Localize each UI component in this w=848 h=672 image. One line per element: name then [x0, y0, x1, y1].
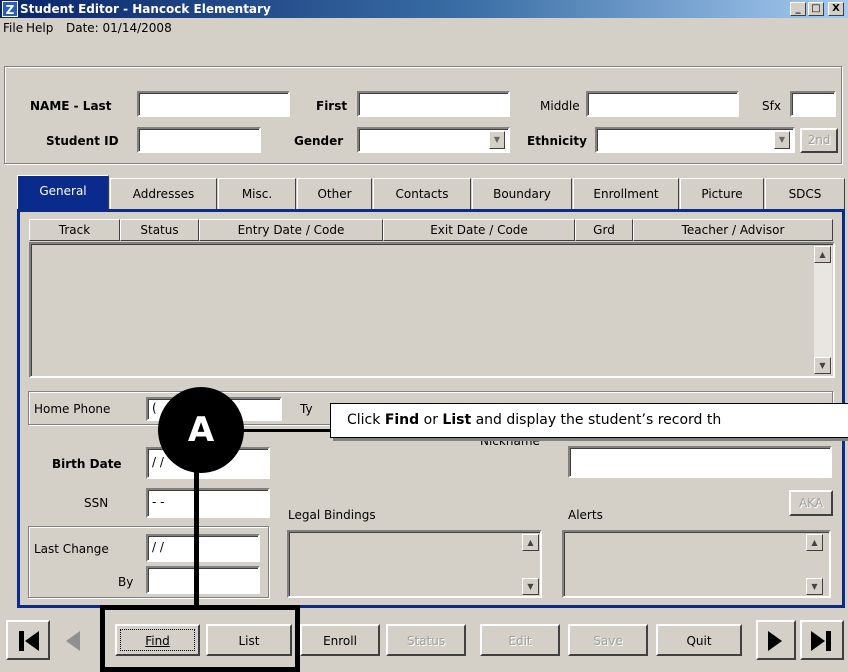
- sfx-label: Sfx: [762, 99, 781, 113]
- highlight-box: [100, 605, 300, 672]
- alerts-label: Alerts: [568, 508, 603, 522]
- last-record-button[interactable]: [800, 620, 844, 660]
- first-name-input[interactable]: [357, 91, 510, 117]
- scroll-down-icon[interactable]: ▼: [806, 578, 823, 595]
- previous-record-icon: [66, 631, 80, 651]
- scroll-up-icon[interactable]: ▲: [522, 534, 539, 551]
- scroll-up-icon[interactable]: ▲: [814, 246, 831, 263]
- aka-button[interactable]: AKA: [789, 490, 833, 516]
- ethnicity-select[interactable]: [595, 127, 795, 153]
- tab-addresses[interactable]: Addresses: [110, 178, 217, 210]
- by-label: By: [118, 575, 134, 589]
- enroll-button[interactable]: Enroll: [300, 624, 380, 656]
- tab-sdcs[interactable]: SDCS: [765, 178, 845, 210]
- menu-help[interactable]: Help: [26, 21, 53, 35]
- scroll-down-icon[interactable]: ▼: [814, 357, 831, 374]
- last-change-label: Last Change: [34, 542, 109, 556]
- first-label: First: [316, 99, 348, 113]
- tab-misc[interactable]: Misc.: [218, 178, 296, 210]
- suffix-input[interactable]: [790, 91, 836, 117]
- quit-button[interactable]: Quit: [656, 624, 742, 656]
- student-id-label: Student ID: [46, 134, 119, 148]
- changed-by-input: [146, 566, 260, 594]
- phone-type-label: Ty: [300, 402, 313, 416]
- first-record-button[interactable]: [6, 620, 50, 660]
- maximize-icon[interactable]: □: [808, 2, 824, 16]
- column-header-teacher[interactable]: Teacher / Advisor: [633, 219, 833, 241]
- middle-label: Middle: [540, 99, 580, 113]
- save-button[interactable]: Save: [568, 624, 648, 656]
- next-record-icon: [768, 631, 782, 651]
- legal-bindings-list[interactable]: [287, 530, 542, 598]
- app-icon: Z: [2, 1, 18, 17]
- second-ethnicity-button[interactable]: 2nd: [800, 128, 838, 153]
- chevron-down-icon[interactable]: ▼: [489, 131, 505, 149]
- tab-contacts[interactable]: Contacts: [373, 178, 471, 210]
- ethnicity-label: Ethnicity: [527, 134, 587, 148]
- menu-bar: File Help Date: 01/14/2008: [0, 18, 848, 40]
- callout-text-prefix: Click: [347, 412, 385, 428]
- window-title: Student Editor - Hancock Elementary: [20, 2, 271, 16]
- column-header-status[interactable]: Status: [120, 219, 199, 241]
- tab-enrollment[interactable]: Enrollment: [573, 178, 679, 210]
- tab-picture[interactable]: Picture: [680, 178, 764, 210]
- home-phone-label: Home Phone: [34, 402, 111, 416]
- callout-text-suffix: and display the student’s record th: [471, 412, 722, 428]
- tab-general[interactable]: General: [17, 175, 109, 211]
- ssn-input[interactable]: - -: [146, 488, 270, 518]
- callout-line-vertical: [194, 472, 199, 606]
- last-name-input[interactable]: [137, 91, 290, 117]
- scroll-down-icon[interactable]: ▼: [522, 578, 539, 595]
- minimize-icon[interactable]: _: [790, 2, 806, 16]
- menu-date[interactable]: Date: 01/14/2008: [66, 21, 172, 35]
- name-last-label: NAME - Last: [30, 99, 112, 113]
- close-icon[interactable]: X: [828, 2, 844, 16]
- nickname-input[interactable]: [568, 446, 832, 478]
- gender-label: Gender: [294, 134, 344, 148]
- alerts-list[interactable]: [562, 530, 831, 598]
- previous-record-button[interactable]: [56, 620, 100, 660]
- ssn-label: SSN: [84, 496, 109, 510]
- column-header-grade[interactable]: Grd: [575, 219, 633, 241]
- callout-find-word: Find: [384, 412, 420, 428]
- birth-date-label: Birth Date: [52, 457, 122, 471]
- column-header-entry-date[interactable]: Entry Date / Code: [199, 219, 383, 241]
- menu-file[interactable]: File: [3, 21, 23, 35]
- scroll-up-icon[interactable]: ▲: [806, 534, 823, 551]
- tab-boundary[interactable]: Boundary: [472, 178, 572, 210]
- callout-text: Click Find or List and display the stude…: [330, 403, 848, 438]
- student-id-input[interactable]: [137, 127, 261, 153]
- legal-bindings-label: Legal Bindings: [288, 508, 376, 522]
- first-record-icon: [19, 631, 39, 651]
- tab-other[interactable]: Other: [297, 178, 372, 210]
- nickname-label: Nickname: [480, 440, 540, 448]
- callout-list-word: List: [442, 412, 472, 428]
- next-record-button[interactable]: [756, 620, 796, 660]
- callout-marker: A: [158, 387, 244, 473]
- column-header-track[interactable]: Track: [29, 219, 120, 241]
- gender-select[interactable]: [357, 127, 510, 153]
- status-button[interactable]: Status: [386, 624, 466, 656]
- edit-button[interactable]: Edit: [480, 624, 560, 656]
- middle-name-input[interactable]: [586, 91, 739, 117]
- last-record-icon: [811, 631, 831, 651]
- callout-or-word: or: [419, 412, 443, 428]
- enrollment-grid[interactable]: [29, 242, 835, 378]
- callout-line-horizontal: [244, 429, 330, 432]
- grid-scrollbar[interactable]: [814, 246, 832, 374]
- chevron-down-icon[interactable]: ▼: [774, 131, 790, 149]
- last-change-input: / /: [146, 534, 260, 562]
- column-header-exit-date[interactable]: Exit Date / Code: [383, 219, 575, 241]
